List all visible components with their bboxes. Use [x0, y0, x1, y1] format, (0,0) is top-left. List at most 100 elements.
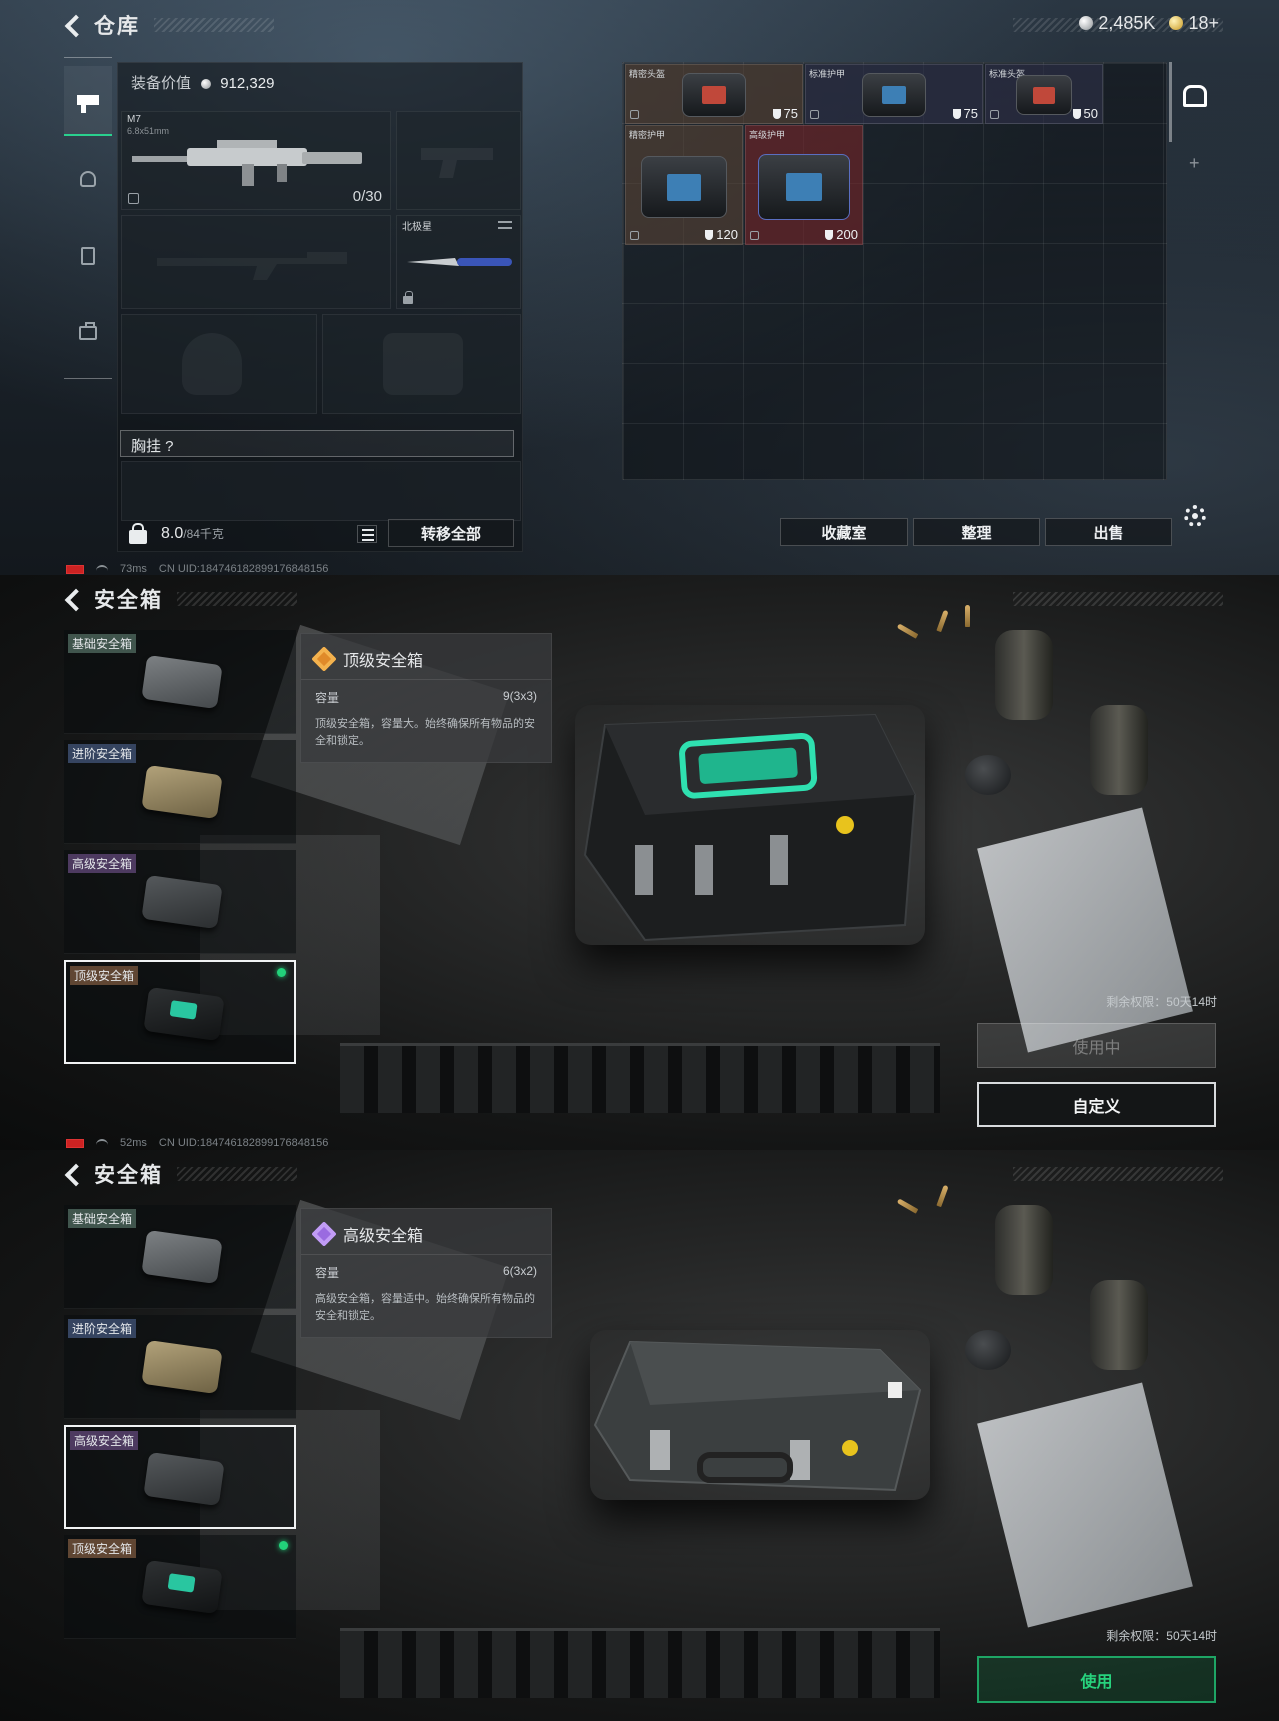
item-info-icon	[750, 231, 759, 240]
sort-button[interactable]: 整理	[913, 518, 1040, 546]
equipped-indicator	[277, 968, 286, 977]
equipment-value-label: 装备价值	[131, 75, 192, 92]
list-icon[interactable]	[357, 525, 377, 543]
warehouse-screen: 仓库 2,485K 18+ 装备价值 912,329 M7 6.8x51mm 0…	[0, 0, 1279, 575]
safebox-option-basic[interactable]: 基础安全箱	[64, 630, 296, 734]
warehouse-titlebar: 仓库	[64, 10, 274, 40]
item-name: 高级护甲	[749, 130, 786, 140]
ammo-count: 0/30	[352, 188, 382, 205]
primary-weapon-slot[interactable]: M7 6.8x51mm 0/30	[121, 111, 391, 210]
plus-icon[interactable]: +	[1189, 153, 1200, 174]
back-icon[interactable]	[64, 14, 86, 36]
bullet	[936, 609, 949, 633]
status-bar: 73ms CN UID:18474618289917684815​6	[66, 563, 328, 575]
rail-tab-armor[interactable]	[64, 221, 112, 291]
safebox-option-high[interactable]: 高级安全箱	[64, 1425, 296, 1529]
item-name: 精密头盔	[629, 69, 666, 79]
collection-room-button[interactable]: 收藏室	[780, 518, 908, 546]
safebox-tag: 顶级安全箱	[70, 966, 139, 985]
rail-tab-helmet[interactable]	[64, 144, 112, 214]
bullet	[936, 1184, 949, 1208]
stash-grid[interactable]: 精密头盔 75 标准护甲 75 标准头盔 50 精密护甲 120 高级护甲 20…	[622, 62, 1167, 480]
warehouse-home-icon[interactable]	[1183, 85, 1207, 107]
swap-icon[interactable]	[498, 221, 512, 229]
back-icon[interactable]	[64, 588, 86, 610]
grenade	[965, 1330, 1011, 1370]
safebox-option-top[interactable]: 顶级安全箱	[64, 960, 296, 1064]
map-sheet	[977, 807, 1193, 1053]
top-safebox-thumbnail	[141, 1559, 223, 1615]
divider	[301, 679, 551, 680]
gear-icon[interactable]	[1184, 505, 1206, 527]
capacity-row: 容量 6(3x2)	[315, 1264, 537, 1281]
safebox-info-card: 顶级安全箱 容量 9(3x3) 顶级安全箱，容量大。始终确保所有物品的安全和锁定…	[300, 633, 552, 763]
floor-grate	[340, 1628, 940, 1698]
equipment-category-rail	[64, 57, 112, 379]
canister	[995, 630, 1053, 720]
safebox-tag: 顶级安全箱	[68, 1539, 137, 1558]
bullet	[965, 605, 970, 627]
remaining-label: 剩余权限：	[1106, 1629, 1167, 1643]
gun-icon	[77, 95, 99, 113]
basic-safebox-thumbnail	[141, 1229, 223, 1285]
loadout-panel: 装备价值 912,329 M7 6.8x51mm 0/30 北极星	[117, 62, 523, 552]
ping-value: 52ms	[120, 1137, 147, 1149]
info-header: 高级安全箱	[311, 1221, 424, 1247]
page-title: 安全箱	[94, 589, 163, 612]
secondary-weapon-slot[interactable]	[121, 215, 391, 309]
equipped-indicator	[279, 1541, 288, 1550]
stash-item[interactable]: 精密护甲 120	[625, 125, 743, 245]
safebox-info-card: 高级安全箱 容量 6(3x2) 高级安全箱，容量适中。始终确保所有物品的安全和锁…	[300, 1208, 552, 1338]
gold-currency: 18+	[1169, 13, 1219, 34]
item-name: 标准护甲	[809, 69, 846, 79]
lock-icon[interactable]	[129, 523, 147, 544]
safebox-description: 顶级安全箱，容量大。始终确保所有物品的安全和锁定。	[315, 718, 535, 747]
customize-button[interactable]: 自定义	[977, 1082, 1216, 1127]
armor-slot[interactable]	[322, 314, 521, 414]
stash-item[interactable]: 标准头盔 50	[985, 64, 1103, 124]
armor-case-image	[862, 73, 926, 118]
title-decoration	[177, 592, 297, 606]
capacity-label: 容量	[315, 691, 340, 705]
chest-rig-slot[interactable]	[121, 461, 521, 521]
safebox-option-high[interactable]: 高级安全箱	[64, 850, 296, 954]
divider	[301, 1254, 551, 1255]
top-safebox-thumbnail	[143, 986, 225, 1042]
uid-text: CN UID:18474618289917684815​6	[158, 563, 329, 575]
title-decoration	[154, 18, 274, 32]
bag-icon	[79, 322, 97, 340]
chest-rig-header[interactable]: 胸挂 ?	[120, 430, 514, 457]
capacity-row: 容量 9(3x3)	[315, 689, 537, 706]
melee-slot[interactable]: 北极星	[396, 215, 521, 309]
stash-item[interactable]: 标准护甲 75	[805, 64, 983, 124]
safebox-name: 高级安全箱	[343, 1228, 424, 1245]
safebox-option-top[interactable]: 顶级安全箱	[64, 1535, 296, 1639]
canister	[995, 1205, 1053, 1295]
rail-tab-backpack[interactable]	[64, 298, 112, 368]
safebox-name: 顶级安全箱	[343, 653, 424, 670]
rail-tab-weapons[interactable]	[64, 66, 112, 136]
transfer-all-button[interactable]: 转移全部	[388, 519, 514, 547]
item-info-icon	[630, 231, 639, 240]
bullet	[896, 623, 919, 639]
back-icon[interactable]	[64, 1163, 86, 1185]
stash-item[interactable]: 高级护甲 200	[745, 125, 863, 245]
stash-item[interactable]: 精密头盔 75	[625, 64, 803, 124]
safebox-option-advanced[interactable]: 进阶安全箱	[64, 1315, 296, 1419]
safebox-option-advanced[interactable]: 进阶安全箱	[64, 740, 296, 844]
vest-silhouette-icon	[383, 333, 463, 395]
rifle-silhouette-icon	[157, 252, 347, 280]
pistol-slot[interactable]	[396, 111, 521, 210]
silver-coin-icon	[1079, 16, 1094, 30]
safebox-screen-advanced: 安全箱 基础安全箱 进阶安全箱 高级安全箱 顶级安全箱 高级安全箱 容量 6(3…	[0, 1150, 1279, 1721]
item-info-icon	[990, 110, 999, 119]
safebox-description: 高级安全箱，容量适中。始终确保所有物品的安全和锁定。	[315, 1293, 535, 1322]
page-title: 仓库	[94, 15, 140, 38]
wifi-icon	[96, 1139, 108, 1147]
sell-button[interactable]: 出售	[1045, 518, 1172, 546]
stash-scrollbar[interactable]	[1169, 62, 1172, 142]
helmet-slot[interactable]	[121, 314, 317, 414]
use-button[interactable]: 使用	[977, 1656, 1216, 1703]
safebox-option-basic[interactable]: 基础安全箱	[64, 1205, 296, 1309]
bullet	[896, 1198, 919, 1214]
